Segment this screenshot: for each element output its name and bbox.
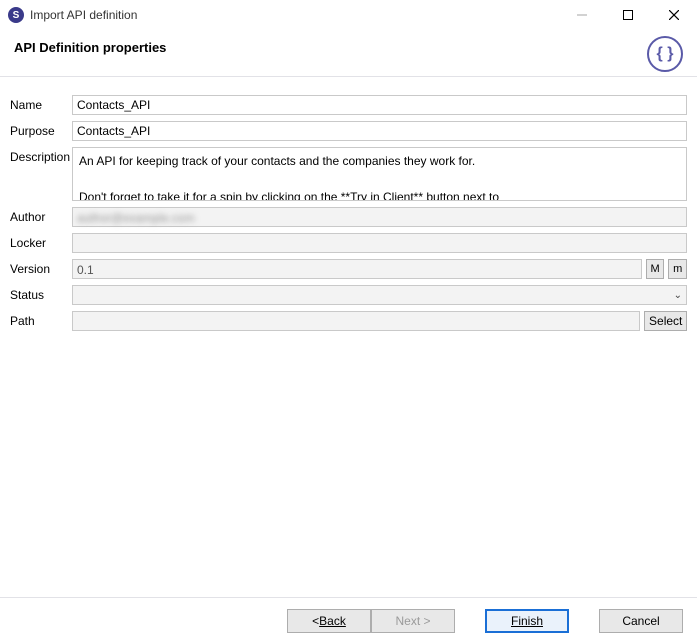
- locker-label: Locker: [10, 233, 72, 250]
- next-button: Next >: [371, 609, 455, 633]
- close-icon: [669, 10, 679, 20]
- cancel-label: Cancel: [622, 614, 659, 628]
- purpose-label: Purpose: [10, 121, 72, 138]
- title-bar: S Import API definition: [0, 0, 697, 30]
- window-title: Import API definition: [30, 8, 137, 22]
- path-select-button[interactable]: Select: [644, 311, 687, 331]
- path-label: Path: [10, 311, 72, 328]
- name-label: Name: [10, 95, 72, 112]
- wizard-button-bar: < Back Next > Finish Cancel: [0, 597, 697, 643]
- locker-field: [72, 233, 687, 253]
- window-maximize-button[interactable]: [605, 0, 651, 30]
- author-field: author@example.com: [72, 207, 687, 227]
- description-textarea[interactable]: An API for keeping track of your contact…: [72, 147, 687, 201]
- maximize-icon: [623, 10, 633, 20]
- finish-label: Finish: [511, 614, 543, 628]
- path-field: [72, 311, 640, 331]
- wizard-header: API Definition properties { }: [0, 30, 697, 76]
- name-input[interactable]: [72, 95, 687, 115]
- chevron-down-icon: ⌄: [674, 288, 682, 304]
- cancel-button[interactable]: Cancel: [599, 609, 683, 633]
- author-label: Author: [10, 207, 72, 224]
- next-label: Next >: [395, 614, 430, 628]
- version-field: 0.1: [72, 259, 642, 279]
- window-close-button[interactable]: [651, 0, 697, 30]
- minimize-icon: [577, 10, 587, 20]
- app-icon: S: [8, 7, 24, 23]
- description-label: Description: [10, 147, 72, 164]
- api-braces-icon: { }: [647, 36, 683, 72]
- purpose-input[interactable]: [72, 121, 687, 141]
- form-area: Name Purpose Description An API for keep…: [0, 77, 697, 597]
- status-dropdown[interactable]: ⌄: [72, 285, 687, 305]
- back-prefix: <: [312, 614, 319, 628]
- page-title: API Definition properties: [14, 40, 683, 55]
- back-button[interactable]: < Back: [287, 609, 371, 633]
- version-major-button[interactable]: M: [646, 259, 665, 279]
- finish-button[interactable]: Finish: [485, 609, 569, 633]
- version-minor-button[interactable]: m: [668, 259, 687, 279]
- window-minimize-button[interactable]: [559, 0, 605, 30]
- back-label: Back: [319, 614, 346, 628]
- status-label: Status: [10, 285, 72, 302]
- version-label: Version: [10, 259, 72, 276]
